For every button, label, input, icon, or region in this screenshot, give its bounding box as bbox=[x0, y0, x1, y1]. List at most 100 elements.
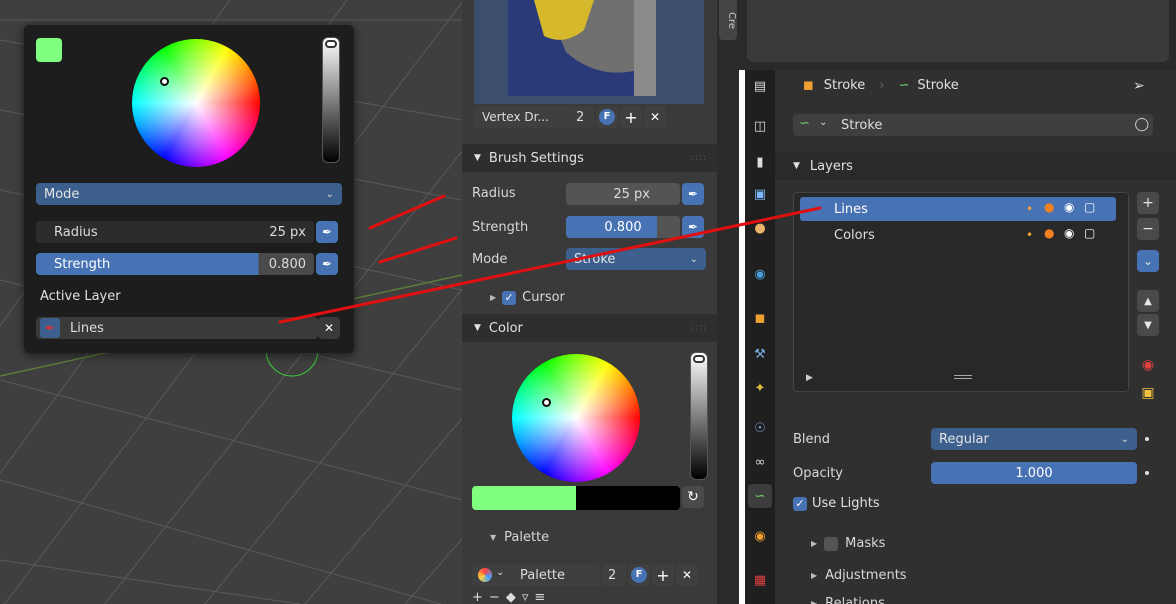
list-resize-handle[interactable] bbox=[954, 375, 972, 379]
checker-icon: ▦ bbox=[753, 572, 767, 588]
masks-checkbox[interactable] bbox=[824, 536, 839, 551]
swap-colors-button[interactable]: ↻ bbox=[682, 486, 704, 508]
brightness-slider[interactable] bbox=[322, 37, 340, 163]
strength-pressure-button[interactable]: ✒ bbox=[682, 216, 704, 238]
radius-pressure-button[interactable]: ✒ bbox=[316, 221, 338, 243]
layer-selector-value: Lines bbox=[70, 320, 104, 336]
add-layer-button[interactable]: + bbox=[1137, 192, 1159, 214]
onion-skin-icon[interactable]: ● bbox=[1044, 226, 1054, 240]
sidebar-tab-create[interactable]: Cre bbox=[719, 0, 737, 40]
radius-field[interactable]: 25 px bbox=[566, 183, 680, 205]
drag-grip-icon[interactable]: :::: bbox=[691, 323, 707, 333]
palette-selector[interactable]: ⌄ Palette bbox=[472, 564, 600, 586]
onion-dot-icon[interactable]: • bbox=[1026, 202, 1033, 216]
strength-field[interactable]: 0.800 bbox=[566, 216, 680, 238]
fake-user-shield-icon[interactable]: ◯ bbox=[1134, 117, 1149, 132]
move-down-icon[interactable]: ▿ bbox=[522, 591, 529, 604]
clear-layer-button[interactable]: ✕ bbox=[318, 317, 340, 339]
use-lights-checkbox[interactable]: ✓ bbox=[793, 496, 807, 511]
layer-specials-button[interactable]: ⌄ bbox=[1137, 250, 1159, 272]
list-filter-toggle-icon[interactable]: ▶ bbox=[806, 373, 813, 383]
radius-pressure-button[interactable]: ✒ bbox=[682, 183, 704, 205]
brightness-slider-knob[interactable] bbox=[325, 40, 337, 48]
list-item-lines[interactable]: Lines • ● ◉ ▢ bbox=[800, 197, 1116, 221]
brightness-slider-knob[interactable] bbox=[693, 355, 705, 363]
color-wheel[interactable] bbox=[512, 354, 640, 482]
tab-texture[interactable]: ▦ bbox=[748, 568, 772, 592]
brush-users-count[interactable]: 2 bbox=[570, 106, 594, 128]
color-wheel-cursor[interactable] bbox=[542, 398, 551, 407]
lock-icon[interactable]: ▢ bbox=[1084, 200, 1095, 214]
color-wheel-cursor[interactable] bbox=[160, 77, 169, 86]
printer-icon: ▮ bbox=[756, 154, 764, 170]
tab-world[interactable]: ◉ bbox=[748, 262, 772, 286]
cursor-subpanel-header[interactable]: ▶ ✓ Cursor bbox=[490, 290, 565, 305]
keyframe-dot[interactable] bbox=[1145, 471, 1149, 475]
tab-view-layer[interactable]: ▣ bbox=[748, 182, 772, 206]
fake-user-button[interactable]: F bbox=[596, 106, 618, 128]
color-header[interactable]: ▼ Color :::: bbox=[462, 314, 717, 342]
active-color-swatch[interactable] bbox=[36, 38, 62, 62]
unlink-palette-button[interactable]: ✕ bbox=[676, 564, 698, 586]
3d-viewport[interactable]: Mode ⌄ Radius 25 px ✒ Strength 0.800 ✒ A… bbox=[0, 0, 462, 604]
mode-dropdown[interactable]: Stroke ⌄ bbox=[566, 248, 706, 270]
palette-subpanel-header[interactable]: ▼ Palette bbox=[490, 530, 549, 545]
list-item-colors[interactable]: Colors • ● ◉ ▢ bbox=[800, 223, 1116, 247]
tab-material[interactable]: ◉ bbox=[748, 524, 772, 548]
brush-thumbnail[interactable] bbox=[474, 0, 704, 104]
eye-icon[interactable]: ◉ bbox=[1064, 200, 1074, 214]
brush-settings-header[interactable]: ▼ Brush Settings :::: bbox=[462, 144, 717, 172]
tab-constraints[interactable]: ∞ bbox=[748, 450, 772, 474]
color-wheel[interactable] bbox=[132, 39, 260, 167]
tab-scene[interactable]: ● bbox=[748, 216, 772, 240]
eye-icon[interactable]: ◉ bbox=[1064, 226, 1074, 240]
tab-object-data[interactable]: ∽ bbox=[748, 484, 772, 508]
pin-icon[interactable]: ➢ bbox=[1133, 78, 1145, 94]
layer-selector[interactable]: ✒ Lines bbox=[36, 317, 318, 339]
datablock-field[interactable]: ∽ ⌄ Stroke ◯ bbox=[793, 114, 1153, 136]
radius-field[interactable]: Radius 25 px bbox=[36, 221, 314, 243]
layers-header[interactable]: ▼ Layers bbox=[775, 152, 1176, 180]
mode-dropdown[interactable]: Mode ⌄ bbox=[36, 183, 342, 205]
tab-output[interactable]: ▮ bbox=[748, 150, 772, 174]
tab-physics[interactable]: ☉ bbox=[748, 416, 772, 440]
palette-fake-user-button[interactable]: F bbox=[628, 564, 650, 586]
tab-object[interactable]: ◼ bbox=[748, 306, 772, 330]
lock-icon[interactable]: ▢ bbox=[1084, 226, 1095, 240]
move-layer-up-button[interactable]: ▲ bbox=[1137, 290, 1159, 312]
strength-field[interactable]: Strength 0.800 bbox=[36, 253, 314, 275]
sort-icon[interactable]: ◆ bbox=[506, 591, 516, 604]
new-palette-button[interactable]: + bbox=[652, 564, 674, 586]
layers-list[interactable]: Lines • ● ◉ ▢ Colors • ● ◉ ▢ ▶ bbox=[793, 192, 1129, 392]
opacity-field[interactable]: 1.000 bbox=[931, 462, 1137, 484]
tab-effects[interactable]: ✦ bbox=[748, 376, 772, 400]
isolate-visibility-button[interactable]: ◉ bbox=[1137, 354, 1159, 376]
use-lights-row[interactable]: ✓ Use Lights bbox=[793, 496, 880, 511]
brush-name-field[interactable]: Vertex Dr... bbox=[474, 106, 570, 128]
strength-pressure-button[interactable]: ✒ bbox=[316, 253, 338, 275]
isolate-lock-button[interactable]: ▣ bbox=[1137, 382, 1159, 404]
plus-icon[interactable]: + bbox=[472, 591, 483, 604]
stroke-data-icon: ∽ bbox=[754, 488, 766, 504]
menu-icon[interactable]: ≡ bbox=[534, 591, 545, 604]
tab-tool[interactable]: ▤ bbox=[748, 74, 772, 98]
drag-grip-icon[interactable]: :::: bbox=[691, 153, 707, 163]
onion-dot-icon[interactable]: • bbox=[1026, 228, 1033, 242]
tab-render[interactable]: ◫ bbox=[748, 114, 772, 138]
adjustments-subpanel-header[interactable]: ▶ Adjustments bbox=[811, 568, 907, 583]
masks-subpanel-header[interactable]: ▶ Masks bbox=[811, 536, 885, 551]
keyframe-dot[interactable] bbox=[1145, 437, 1149, 441]
onion-skin-icon[interactable]: ● bbox=[1044, 200, 1054, 214]
minus-icon[interactable]: − bbox=[489, 591, 500, 604]
remove-layer-button[interactable]: − bbox=[1137, 218, 1159, 240]
tab-modifiers[interactable]: ⚒ bbox=[748, 342, 772, 366]
palette-users-count[interactable]: 2 bbox=[602, 564, 626, 586]
relations-subpanel-header[interactable]: ▶ Relations bbox=[811, 596, 885, 604]
unlink-brush-button[interactable]: ✕ bbox=[644, 106, 666, 128]
new-brush-button[interactable]: + bbox=[620, 106, 642, 128]
color-bar[interactable] bbox=[472, 486, 680, 510]
move-layer-down-button[interactable]: ▼ bbox=[1137, 314, 1159, 336]
blend-dropdown[interactable]: Regular ⌄ bbox=[931, 428, 1137, 450]
cursor-checkbox[interactable]: ✓ bbox=[502, 290, 517, 305]
brightness-slider[interactable] bbox=[690, 352, 708, 480]
